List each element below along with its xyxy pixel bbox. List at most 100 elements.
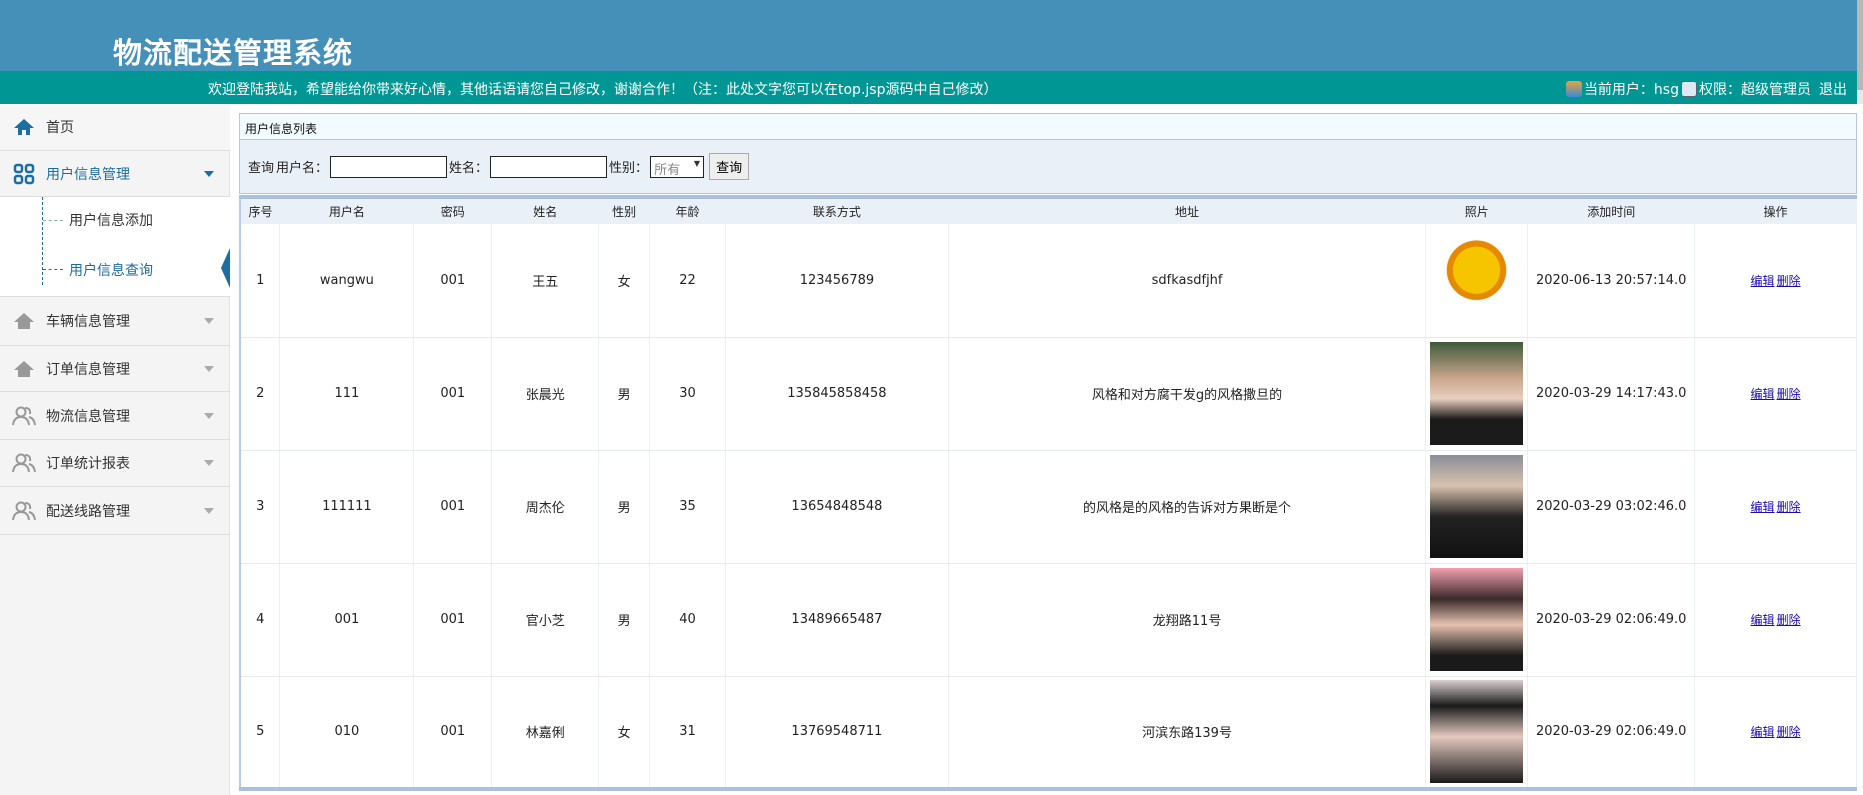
query-label: 查询 <box>248 161 275 176</box>
chevron-down-icon <box>204 412 214 419</box>
sidebar-label: 车辆信息管理 <box>46 314 130 330</box>
cell-photo <box>1425 450 1529 564</box>
chevron-down-icon <box>204 170 214 177</box>
sidebar-label: 订单统计报表 <box>46 456 130 472</box>
sidebar-subitem-user-query[interactable]: 用户信息查询 <box>0 243 230 297</box>
current-user: 当前用户：hsg <box>1583 82 1679 98</box>
active-pointer <box>221 248 230 288</box>
name-label: 姓名： <box>449 161 489 176</box>
cell-address: 河滨东路139号 <box>948 676 1427 790</box>
user-icon <box>1565 81 1582 97</box>
cell-phone: 135845858458 <box>725 337 949 451</box>
gender-label: 性别： <box>609 161 649 176</box>
cell-gender: 女 <box>598 676 651 790</box>
user-info: 当前用户：hsg 权限：超级管理员 退出 <box>1565 79 1847 99</box>
sidebar-group-5[interactable]: 订单统计报表 <box>0 440 230 487</box>
sidebar-label: 配送线路管理 <box>46 503 130 520</box>
cell-address: 龙翔路11号 <box>948 563 1427 677</box>
chevron-down-icon <box>204 460 214 466</box>
home-icon <box>12 116 36 138</box>
column-header: 添加时间 <box>1527 197 1695 224</box>
cell-no: 2 <box>240 337 281 451</box>
sidebar-label: 订单信息管理 <box>46 361 130 378</box>
panel-title: 用户信息列表 <box>239 113 1857 140</box>
cell-time: 2020-03-29 02:06:49.0 <box>1527 563 1696 677</box>
user-photo <box>1430 342 1524 445</box>
cell-gender: 女 <box>598 224 651 338</box>
sidebar-label: 用户信息添加 <box>69 213 153 229</box>
chevron-down-icon <box>204 318 214 324</box>
edit-link[interactable]: 编辑 <box>1751 387 1775 401</box>
cell-password: 001 <box>413 676 493 790</box>
scrollbar[interactable] <box>1857 0 1863 104</box>
logout-link[interactable]: 退出 <box>1819 79 1847 99</box>
cell-phone: 13654848548 <box>725 450 949 564</box>
cell-password: 001 <box>413 563 493 677</box>
users-icon <box>12 405 36 427</box>
delete-link[interactable]: 删除 <box>1777 274 1801 288</box>
edit-link[interactable]: 编辑 <box>1751 274 1775 288</box>
cell-actions: 编辑 删除 <box>1694 676 1857 790</box>
cell-age: 22 <box>649 224 726 338</box>
sidebar-label: 用户信息管理 <box>46 166 130 183</box>
table-row: 2 111 001 张晨光男 30 135845858458 风格和对方腐干发g的风格撒旦的… <box>240 337 1857 451</box>
cell-username: 111111 <box>279 450 415 564</box>
cell-time: 2020-03-29 03:02:46.0 <box>1527 450 1696 564</box>
table-row: 3 111111 001 周杰伦男 35 13654848548 的风格是的风格的告诉对方果… <box>240 450 1857 564</box>
column-header: 密码 <box>413 197 492 224</box>
column-header: 性别 <box>598 197 650 224</box>
cell-username: 111 <box>279 337 415 451</box>
table-header: 序号 用户名 密码 姓名 性别 年龄 联系方式 地址 照片 添加时间 操作 <box>240 197 1857 224</box>
edit-link[interactable]: 编辑 <box>1751 500 1775 514</box>
column-header: 地址 <box>948 197 1426 224</box>
cell-no: 1 <box>240 224 281 338</box>
scrollbar-thumb[interactable] <box>1857 0 1863 90</box>
tree-line <box>42 197 43 285</box>
cell-gender: 男 <box>598 450 651 564</box>
delete-link[interactable]: 删除 <box>1777 613 1801 627</box>
table-row: 4 001 001 官小芝男 40 13489665487 龙翔路11号 2020-03-29… <box>240 563 1857 677</box>
cell-time: 2020-03-29 14:17:43.0 <box>1527 337 1696 451</box>
user-photo <box>1430 568 1524 671</box>
table-row: 5 010 001 林嘉俐女 31 13769548711 河滨东路139号 2020-03-… <box>240 676 1857 790</box>
delete-link[interactable]: 删除 <box>1777 725 1801 739</box>
sidebar-group-3[interactable]: 订单信息管理 <box>0 346 230 392</box>
delete-link[interactable]: 删除 <box>1777 500 1801 514</box>
username-input[interactable] <box>330 155 448 178</box>
sidebar-group-4[interactable]: 物流信息管理 <box>0 392 230 440</box>
edit-link[interactable]: 编辑 <box>1751 613 1775 627</box>
cell-actions: 编辑 删除 <box>1694 224 1857 338</box>
column-header: 操作 <box>1694 197 1857 224</box>
sidebar-subitem-user-add[interactable]: 用户信息添加 <box>0 197 230 243</box>
cell-age: 30 <box>649 337 726 451</box>
column-header: 照片 <box>1425 197 1528 224</box>
chevron-down-icon <box>204 507 214 514</box>
username-label: 用户名： <box>276 161 329 176</box>
cell-no: 4 <box>240 563 281 677</box>
top-bar: 欢迎登陆我站，希望能给你带来好心情，其他话语请您自己修改，谢谢合作！（注：此处文… <box>0 71 1857 104</box>
column-header: 姓名 <box>491 197 599 224</box>
cell-password: 001 <box>413 224 493 338</box>
sidebar-group-6[interactable]: 配送线路管理 <box>0 487 230 535</box>
edit-link[interactable]: 编辑 <box>1751 725 1775 739</box>
sidebar-group-2[interactable]: 车辆信息管理 <box>0 297 230 346</box>
cell-username: 010 <box>279 676 415 790</box>
cell-age: 35 <box>649 450 726 564</box>
sidebar-group-1[interactable]: 用户信息管理 <box>0 151 230 197</box>
column-header: 序号 <box>240 197 280 224</box>
role-icon <box>1681 81 1697 97</box>
gender-select[interactable]: 所有 <box>650 155 705 178</box>
search-form: 查询 用户名： 姓名： 性别： 所有 查询 <box>239 140 1857 194</box>
cell-gender: 男 <box>598 563 651 677</box>
name-input[interactable] <box>490 155 608 178</box>
sidebar-item-home[interactable]: 首页 <box>0 104 230 151</box>
app-title: 物流配送管理系统 <box>113 36 354 70</box>
user-photo <box>1430 455 1524 558</box>
search-button[interactable]: 查询 <box>709 153 750 180</box>
user-photo <box>1430 228 1524 332</box>
user-table: 序号 用户名 密码 姓名 性别 年龄 联系方式 地址 照片 添加时间 操作 1 wangwu 001 王五… <box>239 195 1857 791</box>
tree-dash <box>43 269 63 270</box>
delete-link[interactable]: 删除 <box>1777 387 1801 401</box>
app-header: 物流配送管理系统 <box>0 0 1857 71</box>
cell-actions: 编辑 删除 <box>1694 450 1857 564</box>
